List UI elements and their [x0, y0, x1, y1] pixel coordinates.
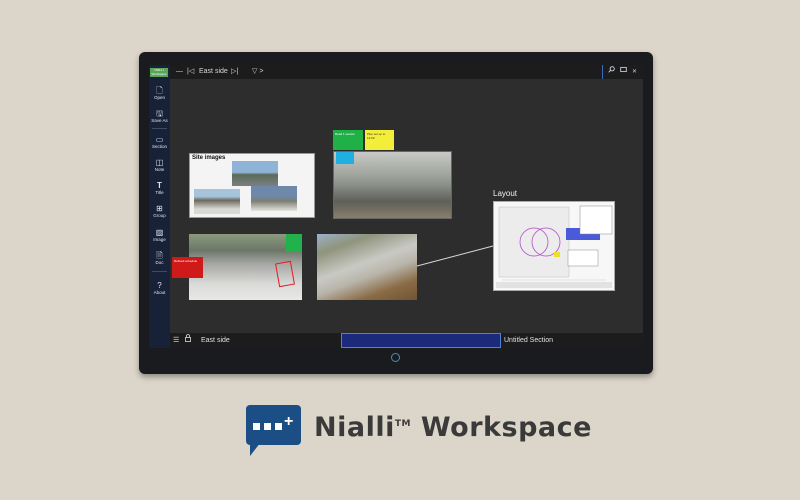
lock-icon[interactable] [185, 334, 191, 347]
layout-title: Layout [493, 189, 518, 198]
logo-wordmark: NialliTM Workspace [314, 412, 592, 443]
home-button[interactable] [391, 353, 400, 362]
filter-icon[interactable]: ▽ > [252, 66, 263, 78]
close-icon[interactable]: ✕ [632, 66, 637, 78]
window-icon[interactable] [620, 66, 627, 78]
site-plan-drawing [496, 205, 613, 288]
search-icon[interactable] [608, 66, 615, 78]
trademark: TM [394, 419, 411, 429]
logo-dot [253, 423, 260, 430]
display-monitor: NIALLI Workspace 🗋 Open 🖫 Save As ▭ Sect… [139, 52, 653, 374]
title-icon: T [157, 181, 162, 190]
note-button[interactable]: ◫ Note [149, 158, 170, 173]
section-tab-right[interactable]: Untitled Section [504, 334, 553, 347]
bottom-bar: ☰ East side Untitled Section [170, 333, 643, 348]
current-section-name: East side [199, 68, 228, 75]
section-tab-active[interactable] [341, 333, 501, 348]
save-icon: 🖫 [156, 109, 163, 118]
top-bar: — |◁ East side ▷| ▽ > ✕ [170, 65, 643, 79]
image-icon: ▨ [155, 228, 164, 237]
group-icon: ⊞ [156, 204, 163, 213]
doc-icon: 🗎 [156, 251, 163, 260]
minimize-button[interactable]: — [176, 66, 183, 78]
toolbar-divider [152, 128, 167, 129]
title-button[interactable]: T Title [149, 181, 170, 196]
toolbar-divider [152, 271, 167, 272]
window-controls: ✕ [602, 65, 643, 79]
section-button[interactable]: ▭ Section [149, 135, 170, 150]
next-section-icon[interactable]: ▷| [231, 66, 238, 78]
save-as-button[interactable]: 🖫 Save As [149, 109, 170, 124]
logo-mark: + [246, 405, 301, 445]
about-button[interactable]: ? About [149, 281, 170, 296]
app-screen: NIALLI Workspace 🗋 Open 🖫 Save As ▭ Sect… [149, 65, 643, 348]
logo-plus: + [284, 413, 294, 430]
menu-icon[interactable]: ☰ [173, 334, 179, 347]
workspace-canvas[interactable]: Site images Road 1 section Pipe set up t… [170, 79, 643, 333]
logo-dot [264, 423, 271, 430]
about-icon: ? [157, 281, 162, 290]
doc-button[interactable]: 🗎 Doc [149, 251, 170, 266]
brand-chip: NIALLI Workspace [150, 68, 168, 77]
left-toolbar: NIALLI Workspace 🗋 Open 🖫 Save As ▭ Sect… [149, 65, 170, 348]
section-icon: ▭ [155, 135, 164, 144]
logo-product: Workspace [420, 412, 592, 443]
open-file-icon: 🗋 [156, 86, 163, 95]
prev-section-icon[interactable]: |◁ [187, 66, 194, 78]
note-icon: ◫ [155, 158, 164, 167]
section-tab-left[interactable]: East side [201, 334, 230, 347]
logo-dot [275, 423, 282, 430]
open-button[interactable]: 🗋 Open [149, 86, 170, 101]
logo-name: Nialli [314, 412, 395, 443]
group-button[interactable]: ⊞ Group [149, 204, 170, 219]
layout-drawing[interactable] [493, 201, 615, 291]
image-button[interactable]: ▨ Image [149, 228, 170, 243]
